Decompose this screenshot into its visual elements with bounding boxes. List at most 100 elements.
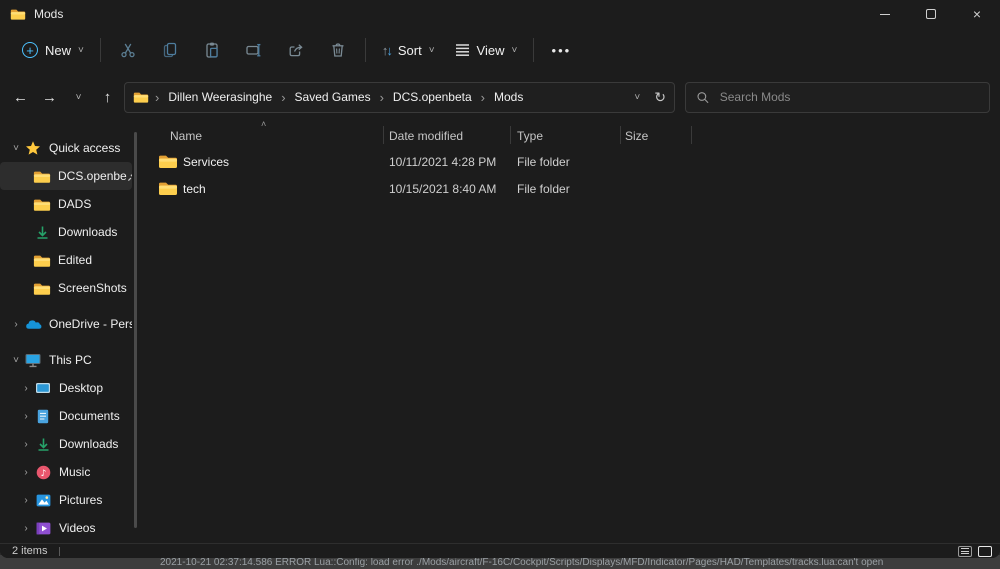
share-button[interactable] bbox=[275, 33, 317, 67]
breadcrumb-item[interactable]: Mods bbox=[491, 88, 526, 106]
chevron-down-icon: ˅ bbox=[78, 44, 84, 56]
sort-button[interactable]: ↑↓ Sort ˅ bbox=[372, 33, 445, 67]
address-dropdown-button[interactable]: ˅ bbox=[634, 92, 640, 103]
details-view-icon[interactable] bbox=[958, 545, 972, 557]
sidebar-item-dads[interactable]: DADS bbox=[0, 190, 132, 218]
search-input[interactable] bbox=[719, 90, 979, 104]
items-count: 2 items bbox=[12, 545, 48, 557]
column-header-type[interactable]: Type bbox=[517, 129, 543, 143]
sidebar-item-videos[interactable]: › Videos bbox=[0, 514, 132, 542]
title-bar: Mods × bbox=[0, 0, 1000, 28]
breadcrumb-item[interactable]: Saved Games bbox=[292, 88, 374, 106]
download-arrow-icon bbox=[34, 437, 52, 452]
sidebar-item-edited[interactable]: Edited bbox=[0, 246, 132, 274]
sidebar-item-downloads-pinned[interactable]: Downloads bbox=[0, 218, 132, 246]
breadcrumb-item[interactable]: Dillen Weerasinghe bbox=[165, 88, 275, 106]
maximize-button[interactable] bbox=[908, 0, 954, 28]
more-options-button[interactable]: ••• bbox=[540, 33, 582, 67]
folder-icon bbox=[33, 281, 51, 296]
sidebar-item-dcs-openbeta[interactable]: DCS.openbe bbox=[0, 162, 132, 190]
rename-button[interactable] bbox=[233, 33, 275, 67]
up-button[interactable]: ↑ bbox=[93, 82, 122, 112]
command-bar: + New ˅ ↑↓ Sort ˅ View ˅ ••• bbox=[0, 28, 1000, 72]
large-icons-view-icon[interactable] bbox=[978, 545, 992, 557]
sidebar-item-label: DCS.openbe bbox=[58, 169, 127, 183]
toolbar-separator bbox=[533, 38, 535, 62]
sidebar-item-pictures[interactable]: › Pictures bbox=[0, 486, 132, 514]
paste-button[interactable] bbox=[191, 33, 233, 67]
sidebar-item-label: Pictures bbox=[59, 493, 103, 507]
refresh-button[interactable]: ↻ bbox=[654, 89, 666, 106]
sidebar-item-this-pc[interactable]: ˅ This PC bbox=[0, 346, 132, 374]
pictures-icon bbox=[34, 494, 52, 507]
monitor-icon bbox=[24, 353, 42, 368]
close-icon: × bbox=[972, 6, 982, 22]
sidebar-item-screenshots[interactable]: ScreenShots bbox=[0, 274, 132, 302]
file-row-tech[interactable]: tech 10/15/2021 8:40 AM File folder bbox=[140, 175, 1000, 202]
minimize-button[interactable] bbox=[862, 0, 908, 28]
window-title: Mods bbox=[34, 7, 64, 21]
chevron-collapsed-icon: › bbox=[24, 466, 28, 478]
column-header-size[interactable]: Size bbox=[625, 129, 648, 143]
navigation-pane: ˅ Quick access DCS.openbe DADS Downloads… bbox=[0, 122, 140, 543]
svg-text:♪: ♪ bbox=[40, 469, 46, 479]
recent-locations-button[interactable]: ˅ bbox=[64, 82, 93, 112]
copy-button[interactable] bbox=[149, 33, 191, 67]
column-header-name[interactable]: Name bbox=[170, 129, 202, 143]
file-explorer-window: Mods × + New ˅ ↑↓ Sort ˅ View ˅ ••• ← → … bbox=[0, 0, 1000, 558]
desktop-icon bbox=[34, 382, 52, 395]
breadcrumb-item[interactable]: DCS.openbeta bbox=[390, 88, 475, 106]
chevron-down-icon: ˅ bbox=[75, 91, 82, 103]
star-icon bbox=[24, 140, 42, 156]
column-separator[interactable] bbox=[510, 126, 511, 144]
folder-icon bbox=[33, 197, 51, 212]
column-header-date-modified[interactable]: Date modified bbox=[389, 129, 463, 143]
sidebar-item-label: Quick access bbox=[49, 141, 121, 155]
cut-button[interactable] bbox=[107, 33, 149, 67]
music-icon: ♪ bbox=[34, 465, 52, 480]
new-button-label: New bbox=[45, 42, 72, 58]
content-area: ˅ Quick access DCS.openbe DADS Downloads… bbox=[0, 119, 1000, 543]
videos-icon bbox=[34, 522, 52, 535]
column-separator[interactable] bbox=[620, 126, 621, 144]
sidebar-scrollbar[interactable] bbox=[134, 132, 137, 528]
breadcrumb-bar[interactable]: › Dillen Weerasinghe › Saved Games › DCS… bbox=[124, 81, 675, 113]
chevron-collapsed-icon: › bbox=[24, 438, 28, 450]
folder-icon bbox=[33, 253, 51, 268]
back-button[interactable]: ← bbox=[6, 82, 35, 112]
close-button[interactable]: × bbox=[954, 0, 1000, 28]
ellipsis-more-icon: ••• bbox=[551, 42, 572, 58]
new-button[interactable]: + New ˅ bbox=[12, 33, 94, 67]
sidebar-item-quick-access[interactable]: ˅ Quick access bbox=[0, 134, 132, 162]
sort-arrows-icon: ↑↓ bbox=[381, 42, 393, 58]
sidebar-item-label: ScreenShots bbox=[58, 281, 127, 295]
file-name: tech bbox=[183, 181, 206, 196]
sidebar-item-label: DADS bbox=[58, 197, 92, 211]
chevron-expanded-icon: ˅ bbox=[13, 142, 19, 154]
delete-button[interactable] bbox=[317, 33, 359, 67]
copy-icon bbox=[163, 42, 177, 58]
chevron-collapsed-icon: › bbox=[24, 522, 28, 534]
sidebar-item-onedrive[interactable]: › OneDrive - Perso bbox=[0, 310, 132, 338]
sidebar-item-label: Downloads bbox=[58, 225, 118, 239]
forward-button[interactable]: → bbox=[35, 82, 64, 112]
chevron-collapsed-icon: › bbox=[24, 410, 28, 422]
column-separator[interactable] bbox=[691, 126, 692, 144]
folder-icon bbox=[33, 169, 51, 184]
chevron-collapsed-icon: › bbox=[24, 494, 28, 506]
sidebar-item-desktop[interactable]: › Desktop bbox=[0, 374, 132, 402]
sidebar-item-downloads[interactable]: › Downloads bbox=[0, 430, 132, 458]
folder-icon bbox=[158, 153, 178, 169]
chevron-expanded-icon: ˅ bbox=[13, 354, 19, 366]
sidebar-item-music[interactable]: › ♪ Music bbox=[0, 458, 132, 486]
chevron-down-icon: ˅ bbox=[428, 44, 435, 56]
back-arrow-icon: ← bbox=[13, 88, 28, 106]
view-button[interactable]: View ˅ bbox=[445, 33, 528, 67]
sidebar-item-documents[interactable]: › Documents bbox=[0, 402, 132, 430]
folder-icon bbox=[158, 180, 178, 196]
file-row-services[interactable]: Services 10/11/2021 4:28 PM File folder bbox=[140, 148, 1000, 175]
breadcrumb-chevron-icon: › bbox=[379, 89, 384, 105]
column-headers: ˄ Name Date modified Type Size bbox=[140, 119, 1000, 148]
search-box[interactable] bbox=[685, 81, 990, 113]
column-separator[interactable] bbox=[383, 126, 384, 144]
